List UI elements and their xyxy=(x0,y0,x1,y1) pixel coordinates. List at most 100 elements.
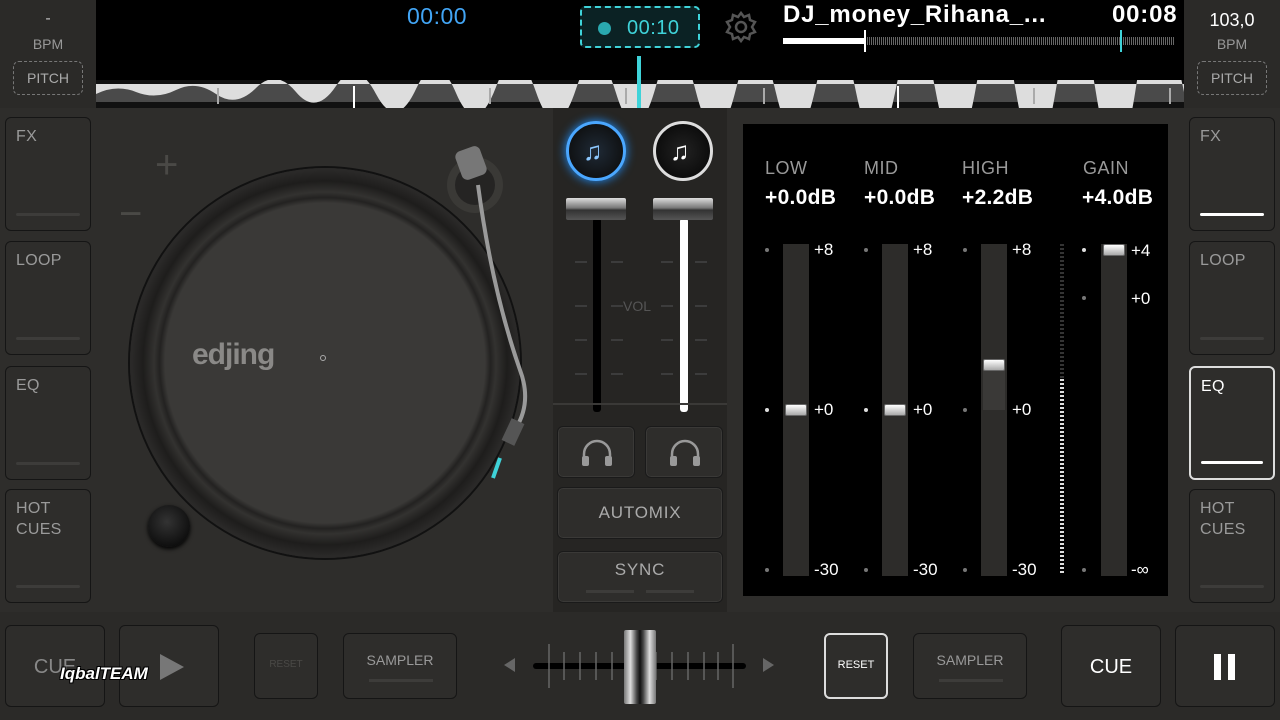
crossfader-left-arrow[interactable] xyxy=(504,658,515,672)
eq-mid-label: MID xyxy=(864,158,899,178)
right-hotcues-indicator xyxy=(1200,585,1264,588)
eq-dot xyxy=(1082,296,1086,300)
pause-icon xyxy=(1214,654,1236,680)
right-volume-knob[interactable] xyxy=(653,198,713,220)
sync-right-indicator xyxy=(646,590,694,593)
right-eq-indicator xyxy=(1201,461,1263,464)
left-headphone-button[interactable] xyxy=(557,426,635,478)
right-pitch-button[interactable]: PITCH xyxy=(1197,61,1267,95)
eq-dot xyxy=(765,568,769,572)
left-reset-button[interactable]: RESET xyxy=(254,633,318,699)
right-sampler-button[interactable]: SAMPLER xyxy=(913,633,1027,699)
record-time: 00:10 xyxy=(627,17,680,39)
headphones-icon xyxy=(582,439,612,466)
right-bpm-value: 103,0 xyxy=(1209,10,1255,30)
right-volume-fill xyxy=(680,218,688,412)
right-loop-label: LOOP xyxy=(1200,252,1246,269)
eq-gain-value: +4.0dB xyxy=(1082,186,1154,209)
eq-low-zero: +0 xyxy=(814,400,834,419)
eq-mid-value: +0.0dB xyxy=(864,186,936,209)
right-sampler-indicator xyxy=(939,679,1003,682)
automix-button[interactable]: AUTOMIX xyxy=(557,487,723,539)
left-fx-label: FX xyxy=(16,128,38,145)
music-note-icon: ♫ xyxy=(583,136,603,166)
right-bpm-panel: 103,0 BPM PITCH xyxy=(1184,0,1280,108)
left-hotcues-button[interactable]: HOT CUES xyxy=(5,489,91,603)
playhead xyxy=(637,56,641,108)
turntable-minus-icon[interactable]: − xyxy=(119,192,142,237)
left-loop-button[interactable]: LOOP xyxy=(5,241,91,355)
gain-level-meter-fill xyxy=(1060,379,1064,574)
turntable-plus-icon[interactable]: + xyxy=(155,143,178,188)
left-sampler-button[interactable]: SAMPLER xyxy=(343,633,457,699)
left-time: 00:00 xyxy=(407,3,468,29)
vol-label: VOL xyxy=(623,298,652,314)
eq-mid-knob[interactable] xyxy=(884,404,906,416)
right-deck-load-button[interactable]: ♫ xyxy=(653,121,713,181)
eq-gain-track[interactable] xyxy=(1101,244,1127,576)
left-eq-label: EQ xyxy=(16,377,40,394)
eq-high-value: +2.2dB xyxy=(962,186,1034,209)
right-hotcues-label: HOT CUES xyxy=(1200,500,1246,538)
right-reset-button[interactable]: RESET xyxy=(824,633,888,699)
left-loop-label: LOOP xyxy=(16,252,62,269)
track-time: 00:08 xyxy=(1112,1,1178,28)
right-reset-label: RESET xyxy=(837,659,875,671)
left-eq-indicator xyxy=(16,462,80,465)
spindle xyxy=(320,355,326,361)
right-loop-indicator xyxy=(1200,337,1264,340)
eq-dot xyxy=(1082,568,1086,572)
right-fx-button[interactable]: FX xyxy=(1189,117,1275,231)
crossfader-right-arrow[interactable] xyxy=(763,658,774,672)
eq-gain-knob[interactable] xyxy=(1103,244,1125,256)
left-bpm-label: BPM xyxy=(32,36,64,52)
play-icon xyxy=(160,654,184,680)
eq-dot xyxy=(963,568,967,572)
right-fx-indicator xyxy=(1200,213,1264,216)
eq-panel: LOW +0.0dB MID +0.0dB HIGH +2.2dB GAIN +… xyxy=(743,124,1168,596)
crossfader-knob[interactable] xyxy=(624,630,656,704)
eq-high-max: +8 xyxy=(1012,240,1032,259)
gear-icon[interactable] xyxy=(723,9,759,45)
eq-high-zero: +0 xyxy=(1012,400,1032,419)
start-stop-knob[interactable] xyxy=(148,505,190,547)
right-loop-button[interactable]: LOOP xyxy=(1189,241,1275,355)
left-volume-track[interactable] xyxy=(593,218,601,412)
left-hotcues-label: HOT CUES xyxy=(16,500,62,538)
right-bpm-label: BPM xyxy=(1216,36,1248,52)
left-bpm-panel: - BPM PITCH xyxy=(0,0,96,108)
eq-dot xyxy=(963,248,967,252)
right-eq-label: EQ xyxy=(1201,378,1225,395)
right-cue-button[interactable]: CUE xyxy=(1061,625,1161,707)
eq-low-min: -30 xyxy=(814,560,839,579)
eq-high-min: -30 xyxy=(1012,560,1037,579)
left-fx-indicator xyxy=(16,213,80,216)
eq-low-max: +8 xyxy=(814,240,834,259)
eq-gain-min: -∞ xyxy=(1131,560,1149,579)
left-eq-button[interactable]: EQ xyxy=(5,366,91,480)
eq-low-knob[interactable] xyxy=(785,404,807,416)
left-hotcues-indicator xyxy=(16,585,80,588)
left-volume-knob[interactable] xyxy=(566,198,626,220)
tonearm[interactable] xyxy=(440,140,550,490)
eq-mid-max: +8 xyxy=(913,240,933,259)
mini-waveform[interactable] xyxy=(783,30,1175,52)
left-fx-button[interactable]: FX xyxy=(5,117,91,231)
left-pitch-button[interactable]: PITCH xyxy=(13,61,83,95)
right-hotcues-button[interactable]: HOT CUES xyxy=(1189,489,1275,603)
eq-high-track[interactable] xyxy=(981,244,1007,576)
sync-button[interactable]: SYNC xyxy=(557,551,723,603)
eq-dot xyxy=(1082,248,1086,252)
sync-left-indicator xyxy=(586,590,634,593)
right-headphone-button[interactable] xyxy=(645,426,723,478)
eq-high-label: HIGH xyxy=(962,158,1009,178)
left-deck-load-button[interactable]: ♫ xyxy=(566,121,626,181)
right-eq-button[interactable]: EQ xyxy=(1189,366,1275,480)
right-cue-label: CUE xyxy=(1089,656,1133,678)
record-button[interactable]: 00:10 xyxy=(580,6,700,48)
right-pause-button[interactable] xyxy=(1175,625,1275,707)
eq-gain-zero: +0 xyxy=(1131,289,1151,308)
left-loop-indicator xyxy=(16,337,80,340)
eq-high-knob[interactable] xyxy=(983,359,1005,371)
music-note-icon: ♫ xyxy=(670,136,690,166)
